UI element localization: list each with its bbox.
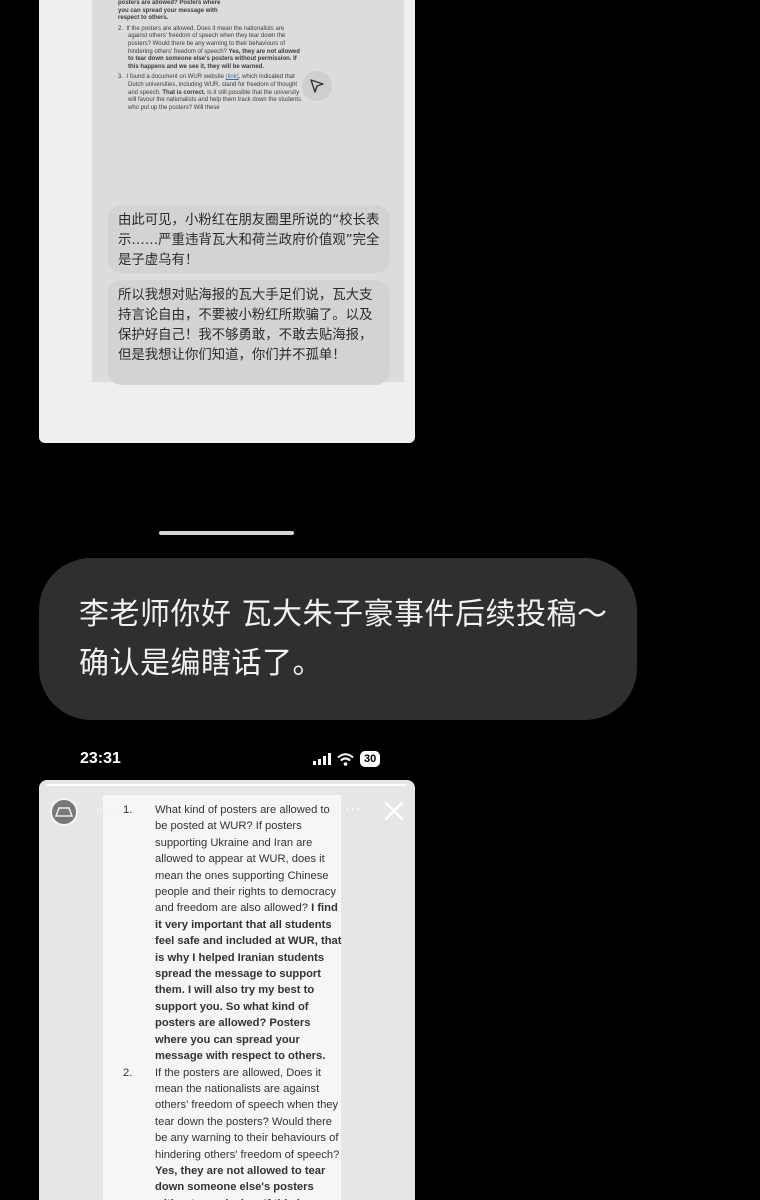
signal-icon (313, 753, 331, 765)
message-text: 李老师你好 瓦大朱子豪事件后续投稿～确认是编瞎话了。 (79, 597, 608, 681)
doc-line: respect to others. (118, 15, 169, 22)
chat-bubble-gray: 由此可见，小粉红在朋友圈里所说的“校长表示……严重违背瓦大和荷兰政府价值观”完全… (108, 205, 390, 273)
divider-handle (159, 531, 294, 535)
doc-item-1: 1. What kind of posters are allowed to b… (123, 804, 342, 1063)
document-text: 1. What kind of posters are allowed to b… (123, 802, 345, 1200)
send-icon (310, 79, 324, 93)
more-options-icon[interactable]: ··· (345, 802, 361, 818)
close-icon[interactable] (382, 799, 406, 823)
story-progress-bar (47, 784, 407, 786)
send-button[interactable] (302, 71, 332, 101)
doc-line: you can spread your message with (118, 7, 218, 14)
wifi-icon (337, 752, 354, 766)
story-screenshot-card: nor… ··· 1. What kind of posters are all… (39, 780, 415, 1200)
doc-line: posters are allowed? Posters where (118, 0, 221, 6)
document-text: posters are allowed? Posters where you c… (118, 0, 303, 112)
doc-item-2: 2. If the posters are allowed, Does it m… (118, 25, 300, 70)
top-screenshot-card: posters are allowed? Posters where you c… (39, 0, 415, 443)
story-username[interactable]: nor… (96, 805, 123, 817)
avatar-logo-icon (55, 807, 73, 817)
status-icons: 30 (313, 751, 381, 767)
message-bubble[interactable]: 李老师你好 瓦大朱子豪事件后续投稿～确认是编瞎话了。 (39, 558, 637, 720)
doc-item-2: 2. If the posters are allowed, Does it m… (123, 1066, 343, 1200)
doc-item-3: 3. I found a document on WUR website (li… (118, 74, 302, 111)
chat-bubble-gray: 所以我想对贴海报的瓦大手足们说，瓦大支持言论自由，不要被小粉红所欺骗了。以及保护… (108, 280, 390, 385)
battery-icon: 30 (360, 751, 381, 767)
avatar[interactable] (50, 798, 78, 826)
status-time: 23:31 (80, 750, 121, 767)
